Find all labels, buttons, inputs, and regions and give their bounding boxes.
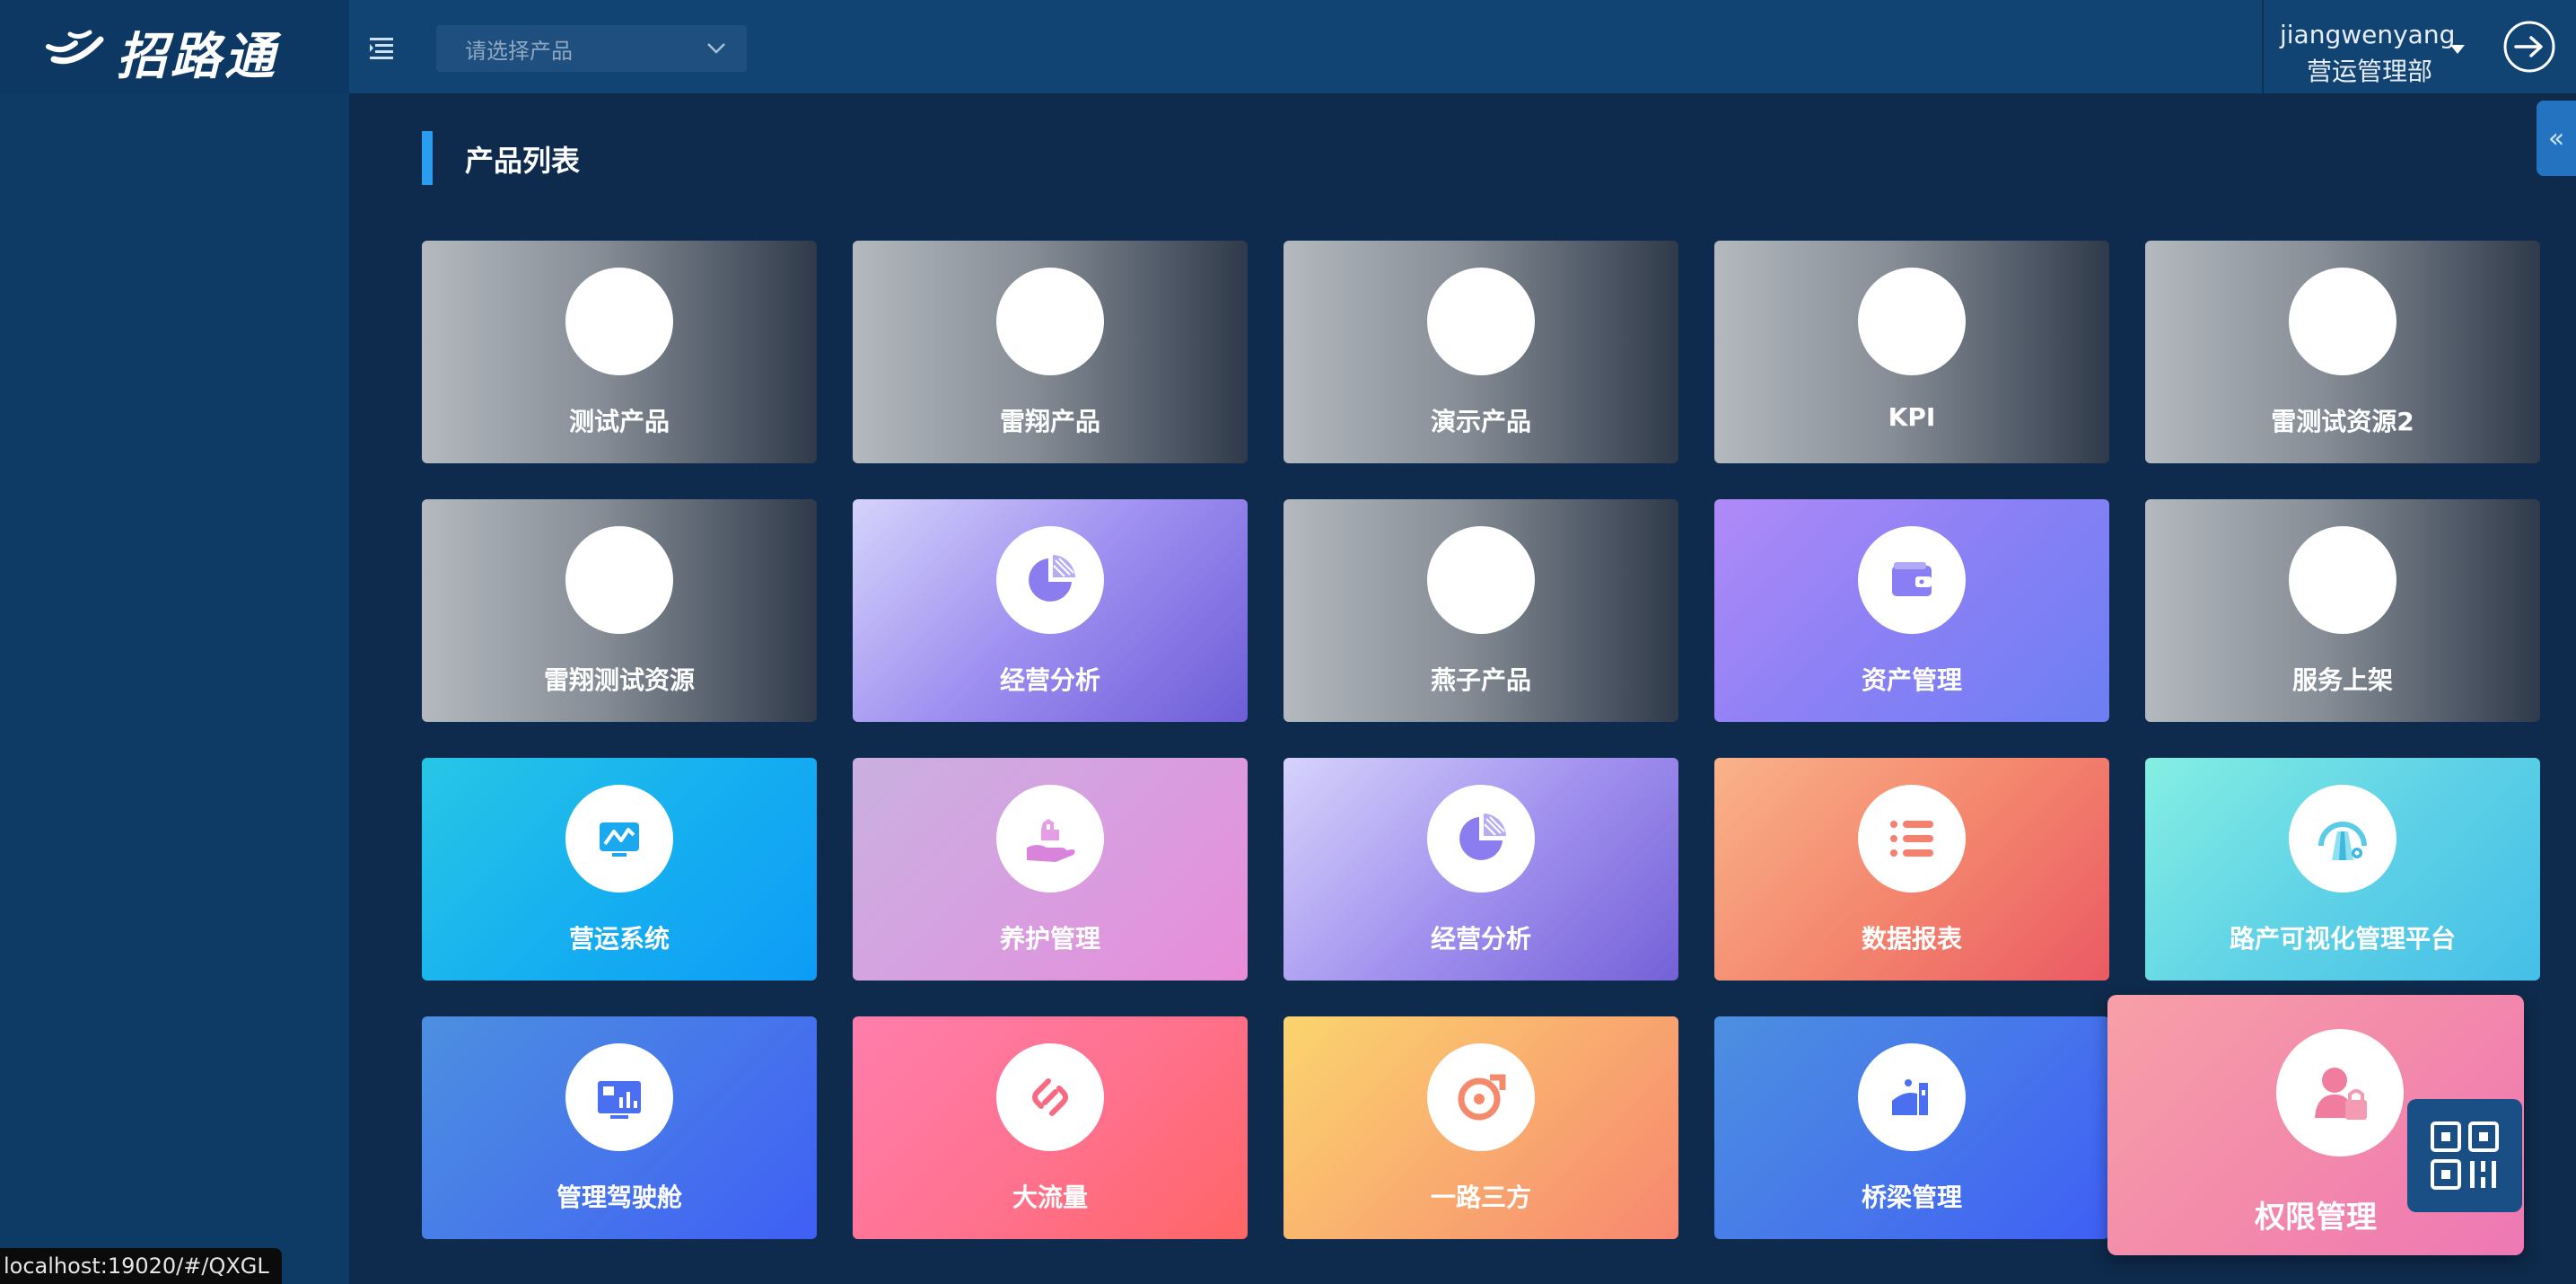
product-card-label: 一路三方 — [1430, 1183, 1531, 1212]
product-card-label: 雷测试资源2 — [2271, 407, 2414, 436]
pie-chart-icon — [1459, 813, 1506, 860]
product-card-label: 燕子产品 — [1430, 665, 1531, 695]
product-card[interactable]: 大流量 — [853, 1016, 1248, 1239]
user-department[interactable]: 营运管理部 — [2307, 52, 2432, 88]
qr-code-button[interactable] — [2407, 1099, 2522, 1212]
logo-text: 招路通 — [117, 27, 278, 86]
product-card-label: 营运系统 — [568, 924, 670, 954]
product-card-label: 经营分析 — [1430, 924, 1531, 954]
product-card[interactable]: 资产管理 — [1714, 499, 2109, 722]
product-card-label: 管理驾驶舱 — [556, 1183, 682, 1212]
dashboard-icon — [598, 1081, 641, 1119]
product-card[interactable]: 经营分析 — [853, 499, 1248, 722]
product-card-label: 桥梁管理 — [1861, 1183, 1962, 1212]
product-card[interactable]: 测试产品 — [422, 241, 817, 463]
product-card[interactable]: 服务上架 — [2145, 499, 2540, 722]
user-name[interactable]: jiangwenyang — [2280, 20, 2455, 49]
product-card[interactable]: 燕子产品 — [1284, 499, 1678, 722]
product-card-label: 服务上架 — [2291, 665, 2393, 695]
product-card[interactable]: 桥梁管理 — [1714, 1016, 2109, 1239]
side-panel-toggle-icon[interactable]: « — [2537, 101, 2576, 176]
product-card[interactable]: 养护管理 — [853, 758, 1248, 981]
product-card[interactable]: KPI — [1714, 241, 2109, 463]
road-gauge-icon — [2318, 822, 2367, 860]
logo-mark-icon — [46, 30, 104, 65]
qr-code-icon — [2431, 1121, 2499, 1190]
product-card[interactable]: 演示产品 — [1284, 241, 1678, 463]
blank-circle-icon — [1427, 526, 1535, 634]
product-card[interactable]: 营运系统 — [422, 758, 817, 981]
product-card[interactable]: 雷测试资源2 — [2145, 241, 2540, 463]
product-card-label: 数据报表 — [1861, 924, 1962, 954]
logout-icon[interactable] — [2502, 20, 2556, 74]
product-card-label: 雷翔产品 — [999, 407, 1100, 436]
product-card[interactable]: 数据报表 — [1714, 758, 2109, 981]
product-card[interactable]: 路产可视化管理平台 — [2145, 758, 2540, 981]
product-card[interactable]: 雷翔测试资源 — [422, 499, 817, 722]
product-card-label: 路产可视化管理平台 — [2229, 924, 2456, 954]
link-icon — [1032, 1078, 1068, 1116]
blank-circle-icon — [996, 268, 1104, 375]
section-title: 产品列表 — [465, 144, 581, 178]
blank-circle-icon — [565, 526, 673, 634]
user-lock-icon — [2315, 1068, 2367, 1120]
product-card-label: KPI — [1888, 402, 1936, 432]
product-card-label: 演示产品 — [1430, 407, 1531, 436]
wallet-icon — [1892, 562, 1932, 596]
product-card[interactable]: 雷翔产品 — [853, 241, 1248, 463]
menu-collapse-icon[interactable] — [368, 32, 397, 61]
product-card-label: 养护管理 — [999, 924, 1100, 954]
product-card-label: 大流量 — [1012, 1183, 1088, 1212]
product-card-label: 测试产品 — [568, 407, 670, 436]
ring-icon — [1458, 1074, 1506, 1121]
blank-circle-icon — [2289, 268, 2396, 375]
blank-circle-icon — [565, 268, 673, 375]
hand-care-icon — [1027, 819, 1075, 862]
product-select[interactable]: 请选择产品 — [436, 25, 747, 72]
monitor-chart-icon — [600, 822, 639, 857]
chevron-down-icon — [707, 43, 725, 54]
product-card[interactable]: 管理驾驶舱 — [422, 1016, 817, 1239]
logo[interactable]: 招路通 — [0, 0, 349, 93]
pie-chart-icon — [1029, 555, 1075, 602]
list-icon — [1890, 821, 1933, 857]
blank-circle-icon — [2289, 526, 2396, 634]
bridge-icon — [1892, 1079, 1928, 1115]
product-card[interactable]: 经营分析 — [1284, 758, 1678, 981]
section-accent-bar — [422, 131, 433, 185]
blank-circle-icon — [1858, 268, 1966, 375]
product-card[interactable]: 一路三方 — [1284, 1016, 1678, 1239]
product-card-label: 经营分析 — [999, 665, 1100, 695]
status-bar-url: localhost:19020/#/QXGL — [0, 1248, 282, 1284]
product-card-label: 资产管理 — [1861, 665, 1962, 695]
sidebar — [0, 93, 349, 1284]
blank-circle-icon — [1427, 268, 1535, 375]
product-select-placeholder: 请选择产品 — [465, 38, 573, 64]
product-card-label: 雷翔测试资源 — [543, 665, 695, 695]
user-dropdown-caret-icon[interactable] — [2450, 45, 2465, 54]
